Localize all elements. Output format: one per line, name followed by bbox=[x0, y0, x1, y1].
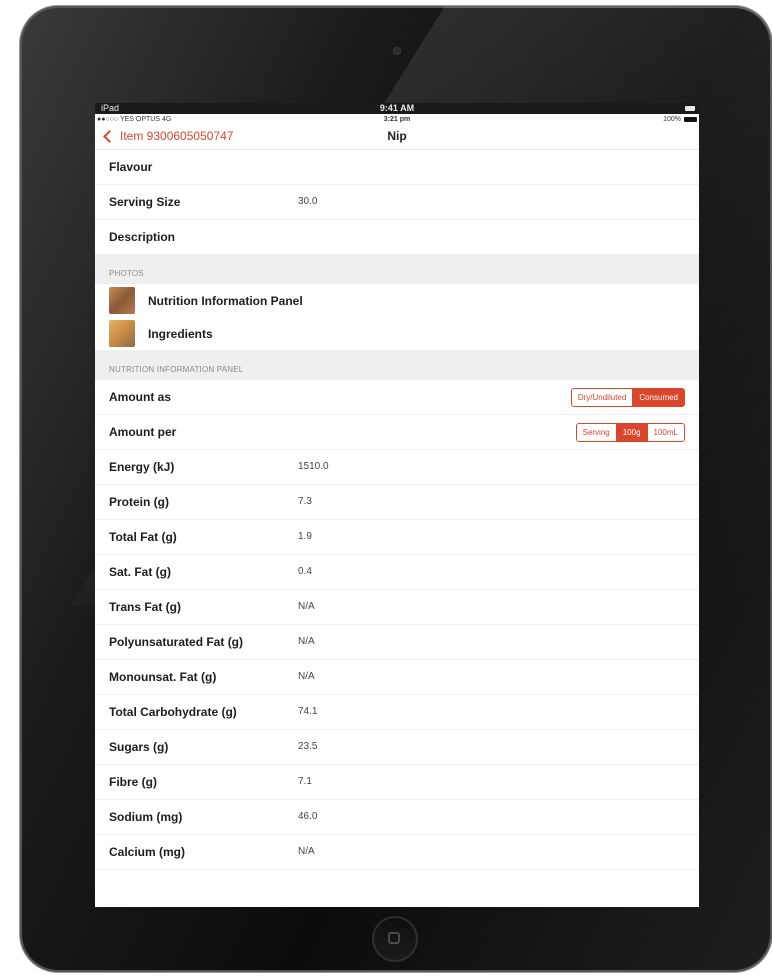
nutrient-value: 1.9 bbox=[298, 531, 312, 542]
ipad-device: iPad 9:41 AM ●●○○○ YES OPTUS 4G 3:21 pm … bbox=[20, 6, 772, 972]
section-title: PHOTOS bbox=[109, 269, 144, 278]
nutrient-row-monounsat-fat: Monounsat. Fat (g) N/A bbox=[95, 660, 699, 695]
segment-consumed[interactable]: Consumed bbox=[632, 389, 684, 406]
home-button-icon bbox=[388, 932, 400, 944]
navigation-bar: Item 9300605050747 Nip bbox=[95, 125, 699, 150]
nutrient-label: Calcium (mg) bbox=[109, 845, 186, 859]
section-header-nutrition: NUTRITION INFORMATION PANEL bbox=[95, 350, 699, 380]
nutrient-label: Sugars (g) bbox=[109, 740, 169, 754]
section-header-photos: PHOTOS bbox=[95, 254, 699, 284]
detail-row-serving-size[interactable]: Serving Size 30.0 bbox=[95, 185, 699, 220]
nutrient-row-calcium: Calcium (mg) N/A bbox=[95, 835, 699, 870]
page-title: Nip bbox=[387, 129, 407, 143]
nutrient-row-total-carbohydrate: Total Carbohydrate (g) 74.1 bbox=[95, 695, 699, 730]
segment-100ml[interactable]: 100mL bbox=[646, 424, 684, 441]
status-time: 3:21 pm bbox=[383, 116, 411, 123]
nutrient-value: 7.3 bbox=[298, 496, 312, 507]
amount-per-row: Amount per Serving 100g 100mL bbox=[95, 415, 699, 450]
app-status-bar: ●●○○○ YES OPTUS 4G 3:21 pm 100% bbox=[95, 114, 699, 125]
nutrient-value: 23.5 bbox=[298, 741, 318, 752]
battery-percent: 100% bbox=[663, 116, 681, 123]
photo-thumbnail[interactable] bbox=[109, 287, 135, 314]
amount-as-segmented-control[interactable]: Dry/Undiluted Consumed bbox=[570, 388, 685, 407]
detail-label: Flavour bbox=[109, 160, 153, 174]
segment-dry-undiluted[interactable]: Dry/Undiluted bbox=[571, 389, 633, 406]
photo-thumbnail[interactable] bbox=[109, 320, 135, 347]
nutrient-row-sodium: Sodium (mg) 46.0 bbox=[95, 800, 699, 835]
amount-as-label: Amount as bbox=[109, 390, 172, 404]
nutrient-value: 74.1 bbox=[298, 706, 318, 717]
detail-label: Serving Size bbox=[109, 195, 181, 209]
nutrient-label: Trans Fat (g) bbox=[109, 600, 182, 614]
nutrient-label: Polyunsaturated Fat (g) bbox=[109, 635, 244, 649]
detail-value: 30.0 bbox=[298, 196, 318, 207]
nutrient-row-total-fat: Total Fat (g) 1.9 bbox=[95, 520, 699, 555]
segment-100g[interactable]: 100g bbox=[615, 424, 647, 441]
segment-serving[interactable]: Serving bbox=[576, 424, 616, 441]
detail-label: Description bbox=[109, 230, 176, 244]
amount-per-segmented-control[interactable]: Serving 100g 100mL bbox=[575, 423, 685, 442]
device-status-bar: iPad 9:41 AM bbox=[95, 103, 699, 114]
nutrient-value: N/A bbox=[298, 601, 315, 612]
nutrient-row-sugars: Sugars (g) 23.5 bbox=[95, 730, 699, 765]
nutrient-row-trans-fat: Trans Fat (g) N/A bbox=[95, 590, 699, 625]
nutrient-row-protein: Protein (g) 7.3 bbox=[95, 485, 699, 520]
photo-row-ingredients[interactable]: Ingredients bbox=[95, 317, 699, 350]
amount-as-row: Amount as Dry/Undiluted Consumed bbox=[95, 380, 699, 415]
nutrient-value: N/A bbox=[298, 846, 315, 857]
nutrient-value: N/A bbox=[298, 671, 315, 682]
section-title: NUTRITION INFORMATION PANEL bbox=[109, 365, 244, 374]
detail-row-flavour[interactable]: Flavour bbox=[95, 150, 699, 185]
nutrient-label: Energy (kJ) bbox=[109, 460, 175, 474]
home-button[interactable] bbox=[372, 916, 418, 962]
nutrient-label: Total Carbohydrate (g) bbox=[109, 705, 237, 719]
nutrient-row-fibre: Fibre (g) 7.1 bbox=[95, 765, 699, 800]
nutrient-label: Sodium (mg) bbox=[109, 810, 183, 824]
camera-icon bbox=[394, 48, 400, 54]
photo-row-nutrition-panel[interactable]: Nutrition Information Panel bbox=[95, 284, 699, 317]
nutrient-label: Sat. Fat (g) bbox=[109, 565, 171, 579]
nutrient-label: Protein (g) bbox=[109, 495, 169, 509]
detail-row-description[interactable]: Description bbox=[95, 220, 699, 254]
photo-label: Ingredients bbox=[148, 327, 213, 341]
nutrient-row-sat-fat: Sat. Fat (g) 0.4 bbox=[95, 555, 699, 590]
nutrient-row-polyunsaturated-fat: Polyunsaturated Fat (g) N/A bbox=[95, 625, 699, 660]
nutrient-label: Fibre (g) bbox=[109, 775, 157, 789]
battery-icon bbox=[684, 117, 697, 122]
nutrient-value: N/A bbox=[298, 636, 315, 647]
nutrient-value: 7.1 bbox=[298, 776, 312, 787]
nutrient-value: 46.0 bbox=[298, 811, 318, 822]
photo-label: Nutrition Information Panel bbox=[148, 294, 303, 308]
device-time: 9:41 AM bbox=[379, 103, 415, 113]
battery-icon bbox=[685, 106, 695, 111]
nutrient-label: Total Fat (g) bbox=[109, 530, 177, 544]
amount-per-label: Amount per bbox=[109, 425, 177, 439]
nutrient-value: 0.4 bbox=[298, 566, 312, 577]
app-screen: iPad 9:41 AM ●●○○○ YES OPTUS 4G 3:21 pm … bbox=[95, 103, 699, 907]
nutrient-row-energy: Energy (kJ) 1510.0 bbox=[95, 450, 699, 485]
nutrient-label: Monounsat. Fat (g) bbox=[109, 670, 217, 684]
nutrient-value: 1510.0 bbox=[298, 461, 329, 472]
